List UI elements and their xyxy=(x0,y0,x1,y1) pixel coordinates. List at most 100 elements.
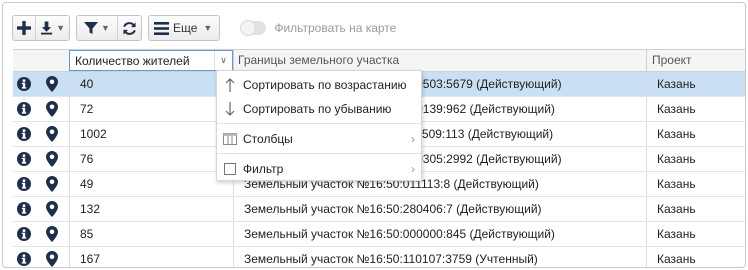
plus-icon xyxy=(17,21,31,35)
header-project-label: Проект xyxy=(652,53,692,67)
cell-project: Казань xyxy=(646,197,745,221)
info-icon xyxy=(17,202,31,216)
cell-count: 167 xyxy=(69,247,233,267)
cell-project: Казань xyxy=(646,122,745,146)
chevron-right-icon: › xyxy=(411,132,415,146)
info-button[interactable] xyxy=(13,172,35,196)
locate-on-map-button[interactable] xyxy=(35,222,69,246)
header-boundaries-label: Границы земельного участка xyxy=(238,53,400,67)
columns-icon xyxy=(217,133,243,145)
info-icon xyxy=(17,177,31,191)
refresh-button[interactable] xyxy=(117,16,141,40)
chevron-down-icon: ▼ xyxy=(203,23,213,33)
info-button[interactable] xyxy=(13,247,35,267)
hamburger-icon xyxy=(154,21,169,35)
map-filter-label: Фильтровать на карте xyxy=(274,21,397,35)
cell-count: 85 xyxy=(69,222,233,246)
info-button[interactable] xyxy=(13,72,35,96)
table-row[interactable]: 85 Земельный участок №16:50:000000:845 (Д… xyxy=(13,222,745,247)
cell-count: 1002 xyxy=(69,122,233,146)
download-icon xyxy=(40,21,53,35)
info-button[interactable] xyxy=(13,222,35,246)
info-icon xyxy=(17,252,31,266)
cell-boundary: Земельный участок №16:50:110107:3759 (Уч… xyxy=(233,247,646,267)
info-button[interactable] xyxy=(13,97,35,121)
map-pin-icon xyxy=(46,126,58,142)
filter-refresh-group: ▼ xyxy=(76,15,142,41)
sort-asc-label: Сортировать по возрастанию xyxy=(243,78,407,92)
header-spacer xyxy=(13,50,69,71)
map-pin-icon xyxy=(46,251,58,267)
toggle-knob xyxy=(240,20,257,36)
map-filter-toggle[interactable]: Фильтровать на карте xyxy=(240,15,396,41)
cell-count: 49 xyxy=(69,172,233,196)
info-button[interactable] xyxy=(13,197,35,221)
menu-item-sort-asc[interactable]: Сортировать по возрастанию xyxy=(217,73,421,97)
info-icon xyxy=(17,127,31,141)
menu-item-columns[interactable]: Столбцы › xyxy=(217,127,421,151)
table-row[interactable]: 132 Земельный участок №16:50:280406:7 (Де… xyxy=(13,197,745,222)
header-count-label: Количество жителей xyxy=(75,54,190,68)
add-export-group: ▼ xyxy=(12,15,70,41)
locate-on-map-button[interactable] xyxy=(35,172,69,196)
locate-on-map-button[interactable] xyxy=(35,147,69,171)
locate-on-map-button[interactable] xyxy=(35,197,69,221)
cell-count: 76 xyxy=(69,147,233,171)
cell-boundary: Земельный участок №16:50:280406:7 (Дейст… xyxy=(233,197,646,221)
cell-project: Казань xyxy=(646,172,745,196)
checkbox-icon[interactable] xyxy=(217,163,243,175)
more-label: Еще xyxy=(173,21,198,35)
map-pin-icon xyxy=(46,151,58,167)
cell-project: Казань xyxy=(646,147,745,171)
map-pin-icon xyxy=(46,226,58,242)
cell-count: 72 xyxy=(69,97,233,121)
columns-label: Столбцы xyxy=(243,132,293,146)
map-pin-icon xyxy=(46,101,58,117)
chevron-down-icon: ▼ xyxy=(56,23,65,33)
sort-desc-label: Сортировать по убыванию xyxy=(243,102,392,116)
filter-button[interactable]: ▼ xyxy=(77,16,117,40)
locate-on-map-button[interactable] xyxy=(35,72,69,96)
chevron-down-icon: ▼ xyxy=(101,23,110,33)
filter-icon xyxy=(84,22,99,34)
menu-item-filter[interactable]: Фильтр › xyxy=(217,157,421,181)
locate-on-map-button[interactable] xyxy=(35,97,69,121)
table-row[interactable]: 167 Земельный участок №16:50:110107:3759 … xyxy=(13,247,745,267)
cell-project: Казань xyxy=(646,222,745,246)
cell-project: Казань xyxy=(646,247,745,267)
map-pin-icon xyxy=(46,76,58,92)
layer-table-panel: ▼ ▼ Еще ▼ Фильтровать на карте Количеств… xyxy=(2,2,746,268)
arrow-down-icon xyxy=(217,102,243,116)
grid-header: Количество жителей ∨ Границы земельного … xyxy=(13,50,745,72)
download-button[interactable]: ▼ xyxy=(35,16,69,40)
header-count[interactable]: Количество жителей ∨ xyxy=(69,50,233,71)
cell-project: Казань xyxy=(646,72,745,96)
cell-project: Казань xyxy=(646,97,745,121)
toolbar: ▼ ▼ Еще ▼ Фильтровать на карте xyxy=(12,15,396,41)
info-icon xyxy=(17,227,31,241)
menu-item-sort-desc[interactable]: Сортировать по убыванию xyxy=(217,97,421,121)
cell-count: 40 xyxy=(69,72,233,96)
info-icon xyxy=(17,152,31,166)
column-menu-trigger[interactable]: ∨ xyxy=(214,51,232,70)
menu-divider xyxy=(217,123,421,124)
refresh-icon xyxy=(123,21,136,35)
cell-count: 132 xyxy=(69,197,233,221)
locate-on-map-button[interactable] xyxy=(35,247,69,267)
info-icon xyxy=(17,77,31,91)
locate-on-map-button[interactable] xyxy=(35,122,69,146)
info-button[interactable] xyxy=(13,147,35,171)
map-pin-icon xyxy=(46,201,58,217)
info-button[interactable] xyxy=(13,122,35,146)
header-boundaries[interactable]: Границы земельного участка xyxy=(233,50,646,71)
chevron-right-icon: › xyxy=(411,162,415,176)
column-dropdown-menu: Сортировать по возрастанию Сортировать п… xyxy=(216,70,422,181)
cell-boundary: Земельный участок №16:50:000000:845 (Дей… xyxy=(233,222,646,246)
arrow-up-icon xyxy=(217,78,243,92)
more-button[interactable]: Еще ▼ xyxy=(149,16,219,40)
filter-label: Фильтр xyxy=(243,162,284,176)
add-button[interactable] xyxy=(13,16,35,40)
toggle-switch[interactable] xyxy=(240,20,267,36)
header-project[interactable]: Проект xyxy=(646,50,745,71)
more-group: Еще ▼ xyxy=(148,15,221,41)
